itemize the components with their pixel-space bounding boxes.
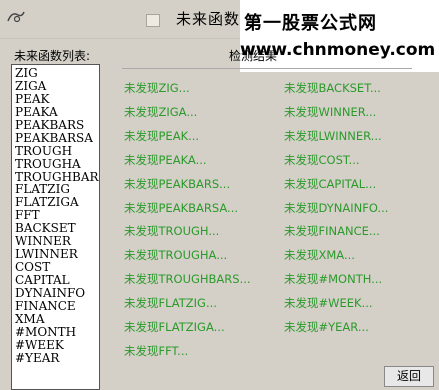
result-item: 未发现PEAKBARSA...	[124, 200, 239, 215]
result-item: 未发现XMA...	[284, 248, 355, 263]
list-item[interactable]: DYNAINFO	[12, 286, 99, 300]
result-item: 未发现FFT...	[124, 343, 189, 358]
result-item: 未发现COST...	[284, 152, 360, 167]
list-item[interactable]: XMA	[12, 312, 99, 326]
close-icon[interactable]	[146, 14, 160, 27]
result-item: 未发现TROUGHA...	[124, 248, 228, 263]
list-item[interactable]: TROUGHA	[12, 157, 99, 171]
list-item[interactable]: PEAKBARS	[12, 118, 99, 132]
list-item[interactable]: ZIG	[12, 67, 99, 80]
result-item: 未发现TROUGHBARS...	[124, 272, 251, 287]
result-item: 未发现BACKSET...	[284, 81, 381, 95]
back-button[interactable]: 返回	[384, 366, 434, 387]
result-item: 未发现DYNAINFO...	[284, 200, 389, 215]
function-list-label: 未来函数列表:	[14, 49, 91, 63]
results-label: 检测结果	[229, 49, 278, 63]
list-item[interactable]: #YEAR	[12, 351, 99, 365]
result-item: 未发现FLATZIG...	[124, 296, 217, 311]
list-item[interactable]: PEAKA	[12, 105, 99, 119]
results-separator	[122, 68, 412, 69]
list-item[interactable]: PEAKBARSA	[12, 131, 99, 145]
result-item: 未发现ZIGA...	[124, 104, 198, 119]
result-item: 未发现PEAK...	[124, 128, 200, 143]
result-item: 未发现ZIG...	[124, 81, 190, 95]
list-item[interactable]: PEAK	[12, 92, 99, 106]
list-item[interactable]: TROUGH	[12, 144, 99, 158]
result-item: 未发现FINANCE...	[284, 224, 380, 239]
result-item: 未发现FLATZIGA...	[124, 320, 225, 334]
result-item: 未发现PEAKA...	[124, 152, 207, 167]
result-item: 未发现PEAKBARS...	[124, 176, 231, 191]
result-item: 未发现#MONTH...	[284, 272, 383, 287]
result-item: 未发现LWINNER...	[284, 128, 382, 143]
result-item: 未发现CAPITAL...	[284, 176, 377, 191]
list-item[interactable]: FINANCE	[12, 299, 99, 313]
list-item[interactable]: #MONTH	[12, 325, 99, 339]
result-item: 未发现#WEEK...	[284, 296, 373, 311]
result-item: 未发现#YEAR...	[284, 320, 369, 334]
result-item: 未发现TROUGH...	[124, 224, 220, 239]
function-list[interactable]: ZIG ZIGA PEAK PEAKA PEAKBARS PEAKBARSA TROUGH T…	[11, 64, 100, 390]
list-item[interactable]: #WEEK	[12, 338, 99, 352]
watermark-site-name: 第一股票公式网	[244, 13, 377, 34]
list-item[interactable]: CAPITAL	[12, 274, 99, 287]
app-icon	[7, 11, 25, 23]
result-item: 未发现WINNER...	[284, 104, 377, 119]
list-item[interactable]: ZIGA	[12, 79, 99, 93]
